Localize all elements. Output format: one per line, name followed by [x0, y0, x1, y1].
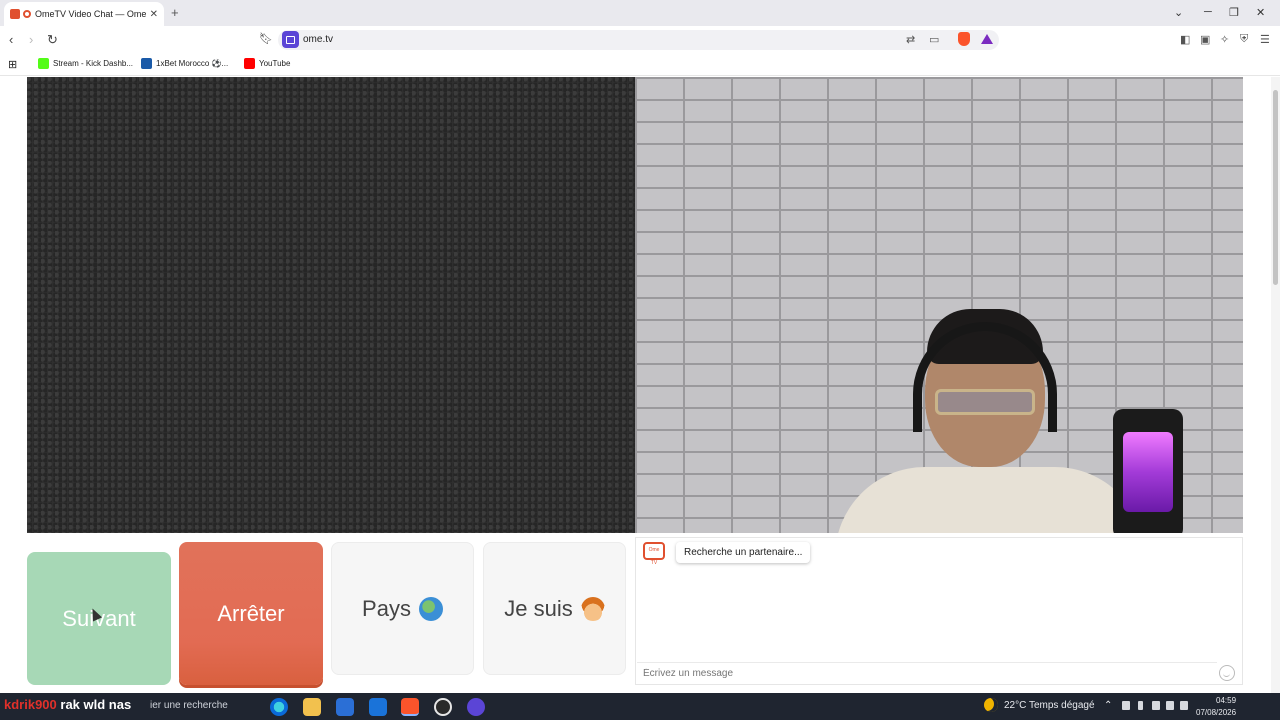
forward-icon[interactable]: › [29, 32, 33, 47]
reload-icon[interactable]: ↻ [47, 32, 58, 48]
boy-icon [580, 596, 605, 621]
chat-status-message: Recherche un partenaire... [676, 542, 811, 563]
globe-icon [418, 596, 443, 621]
translate-icon[interactable]: ⇄ [906, 33, 915, 46]
brave-shields-icon[interactable] [958, 32, 970, 46]
bookmark-icon[interactable]: 🔖︎ [259, 32, 273, 45]
tab-ometv[interactable]: OmeTV Video Chat — Omeg ✕ [4, 2, 164, 26]
scrollbar-thumb[interactable] [1273, 90, 1278, 285]
restore-icon[interactable]: ❐ [1229, 6, 1239, 19]
stream-message: rak wld nas [60, 697, 132, 712]
1xbet-icon [141, 58, 152, 69]
stream-overlay-text: kdrik900 rak wld nas [4, 697, 131, 712]
tab-bar [0, 0, 1280, 26]
wallet-icon[interactable]: ▣ [1200, 33, 1210, 46]
wifi-icon[interactable] [1152, 701, 1160, 710]
youtube-icon [244, 58, 255, 69]
tab-close-icon[interactable]: ✕ [150, 9, 158, 20]
clock-date: 07/08/2026 [1196, 708, 1237, 717]
sidebar-icon[interactable]: ◧ [1180, 33, 1190, 46]
network-icon[interactable] [1122, 701, 1130, 710]
weather-text[interactable]: 22°C Temps dégagé [1004, 700, 1095, 711]
address-bar[interactable] [278, 30, 999, 50]
cast-icon[interactable]: ▭ [929, 33, 939, 46]
leo-ai-icon[interactable]: ✧ [1220, 33, 1229, 46]
mail-icon[interactable] [369, 698, 387, 716]
microphone-rgb-light [1123, 432, 1173, 512]
url-text[interactable]: ome.tv [303, 34, 333, 45]
volume-icon[interactable] [1166, 701, 1174, 710]
back-icon[interactable]: ‹ [9, 32, 13, 47]
gender-label: Je suis [504, 595, 573, 621]
brave-rewards-icon[interactable] [981, 34, 993, 44]
partner-video-static [27, 77, 635, 533]
site-video-icon [282, 31, 299, 48]
country-label: Pays [362, 595, 411, 621]
self-webcam-video [635, 77, 1243, 533]
brave-icon[interactable] [401, 698, 419, 716]
menu-icon[interactable]: ☰ [1260, 33, 1270, 46]
message-input[interactable] [637, 662, 1217, 684]
app-icon[interactable] [467, 698, 485, 716]
bookmark-kick[interactable]: Stream - Kick Dashb... [38, 58, 133, 69]
recording-icon [23, 10, 31, 18]
stream-username: kdrik900 [4, 697, 57, 712]
emoji-icon[interactable] [1219, 665, 1235, 681]
bookmark-label: Stream - Kick Dashb... [53, 59, 134, 68]
store-icon[interactable] [336, 698, 354, 716]
tray-chevron-icon[interactable]: ⌃ [1104, 700, 1112, 711]
clock-time: 04:59 [1216, 696, 1237, 705]
tab-title: OmeTV Video Chat — Omeg [35, 9, 146, 19]
weather-moon-icon [984, 698, 998, 712]
new-tab-button[interactable]: + [171, 5, 179, 20]
bookmark-1xbet[interactable]: 1xBet Morocco ⚽... [141, 58, 228, 69]
close-window-icon[interactable]: ✕ [1256, 6, 1265, 19]
edge-icon[interactable] [270, 698, 288, 716]
kick-icon [38, 58, 49, 69]
bookmark-label: 1xBet Morocco ⚽... [156, 59, 229, 68]
minimize-icon[interactable]: ─ [1204, 6, 1212, 18]
apps-grid-icon[interactable]: ⊞ [8, 58, 17, 71]
bookmark-label: YouTube [259, 59, 291, 68]
tab-list-chevron-icon[interactable]: ⌄ [1174, 6, 1183, 19]
microphone-tray-icon[interactable] [1138, 701, 1143, 710]
gender-button[interactable]: Je suis [483, 542, 626, 675]
taskbar-search-text[interactable]: ier une recherche [150, 700, 228, 711]
obs-icon[interactable] [434, 698, 452, 716]
ometv-logo-icon: Ome TV [643, 542, 665, 566]
glasses [935, 389, 1035, 415]
file-explorer-icon[interactable] [303, 698, 321, 716]
battery-icon[interactable] [1180, 701, 1188, 710]
tab-favicon-icon [10, 9, 20, 19]
vpn-icon[interactable]: ⛨ [1240, 33, 1248, 46]
taskbar-clock[interactable]: 04:59 07/08/2026 [1196, 695, 1236, 719]
stop-button[interactable]: Arrêter [179, 542, 323, 685]
country-button[interactable]: Pays [331, 542, 474, 675]
bookmark-youtube[interactable]: YouTube [244, 58, 290, 69]
